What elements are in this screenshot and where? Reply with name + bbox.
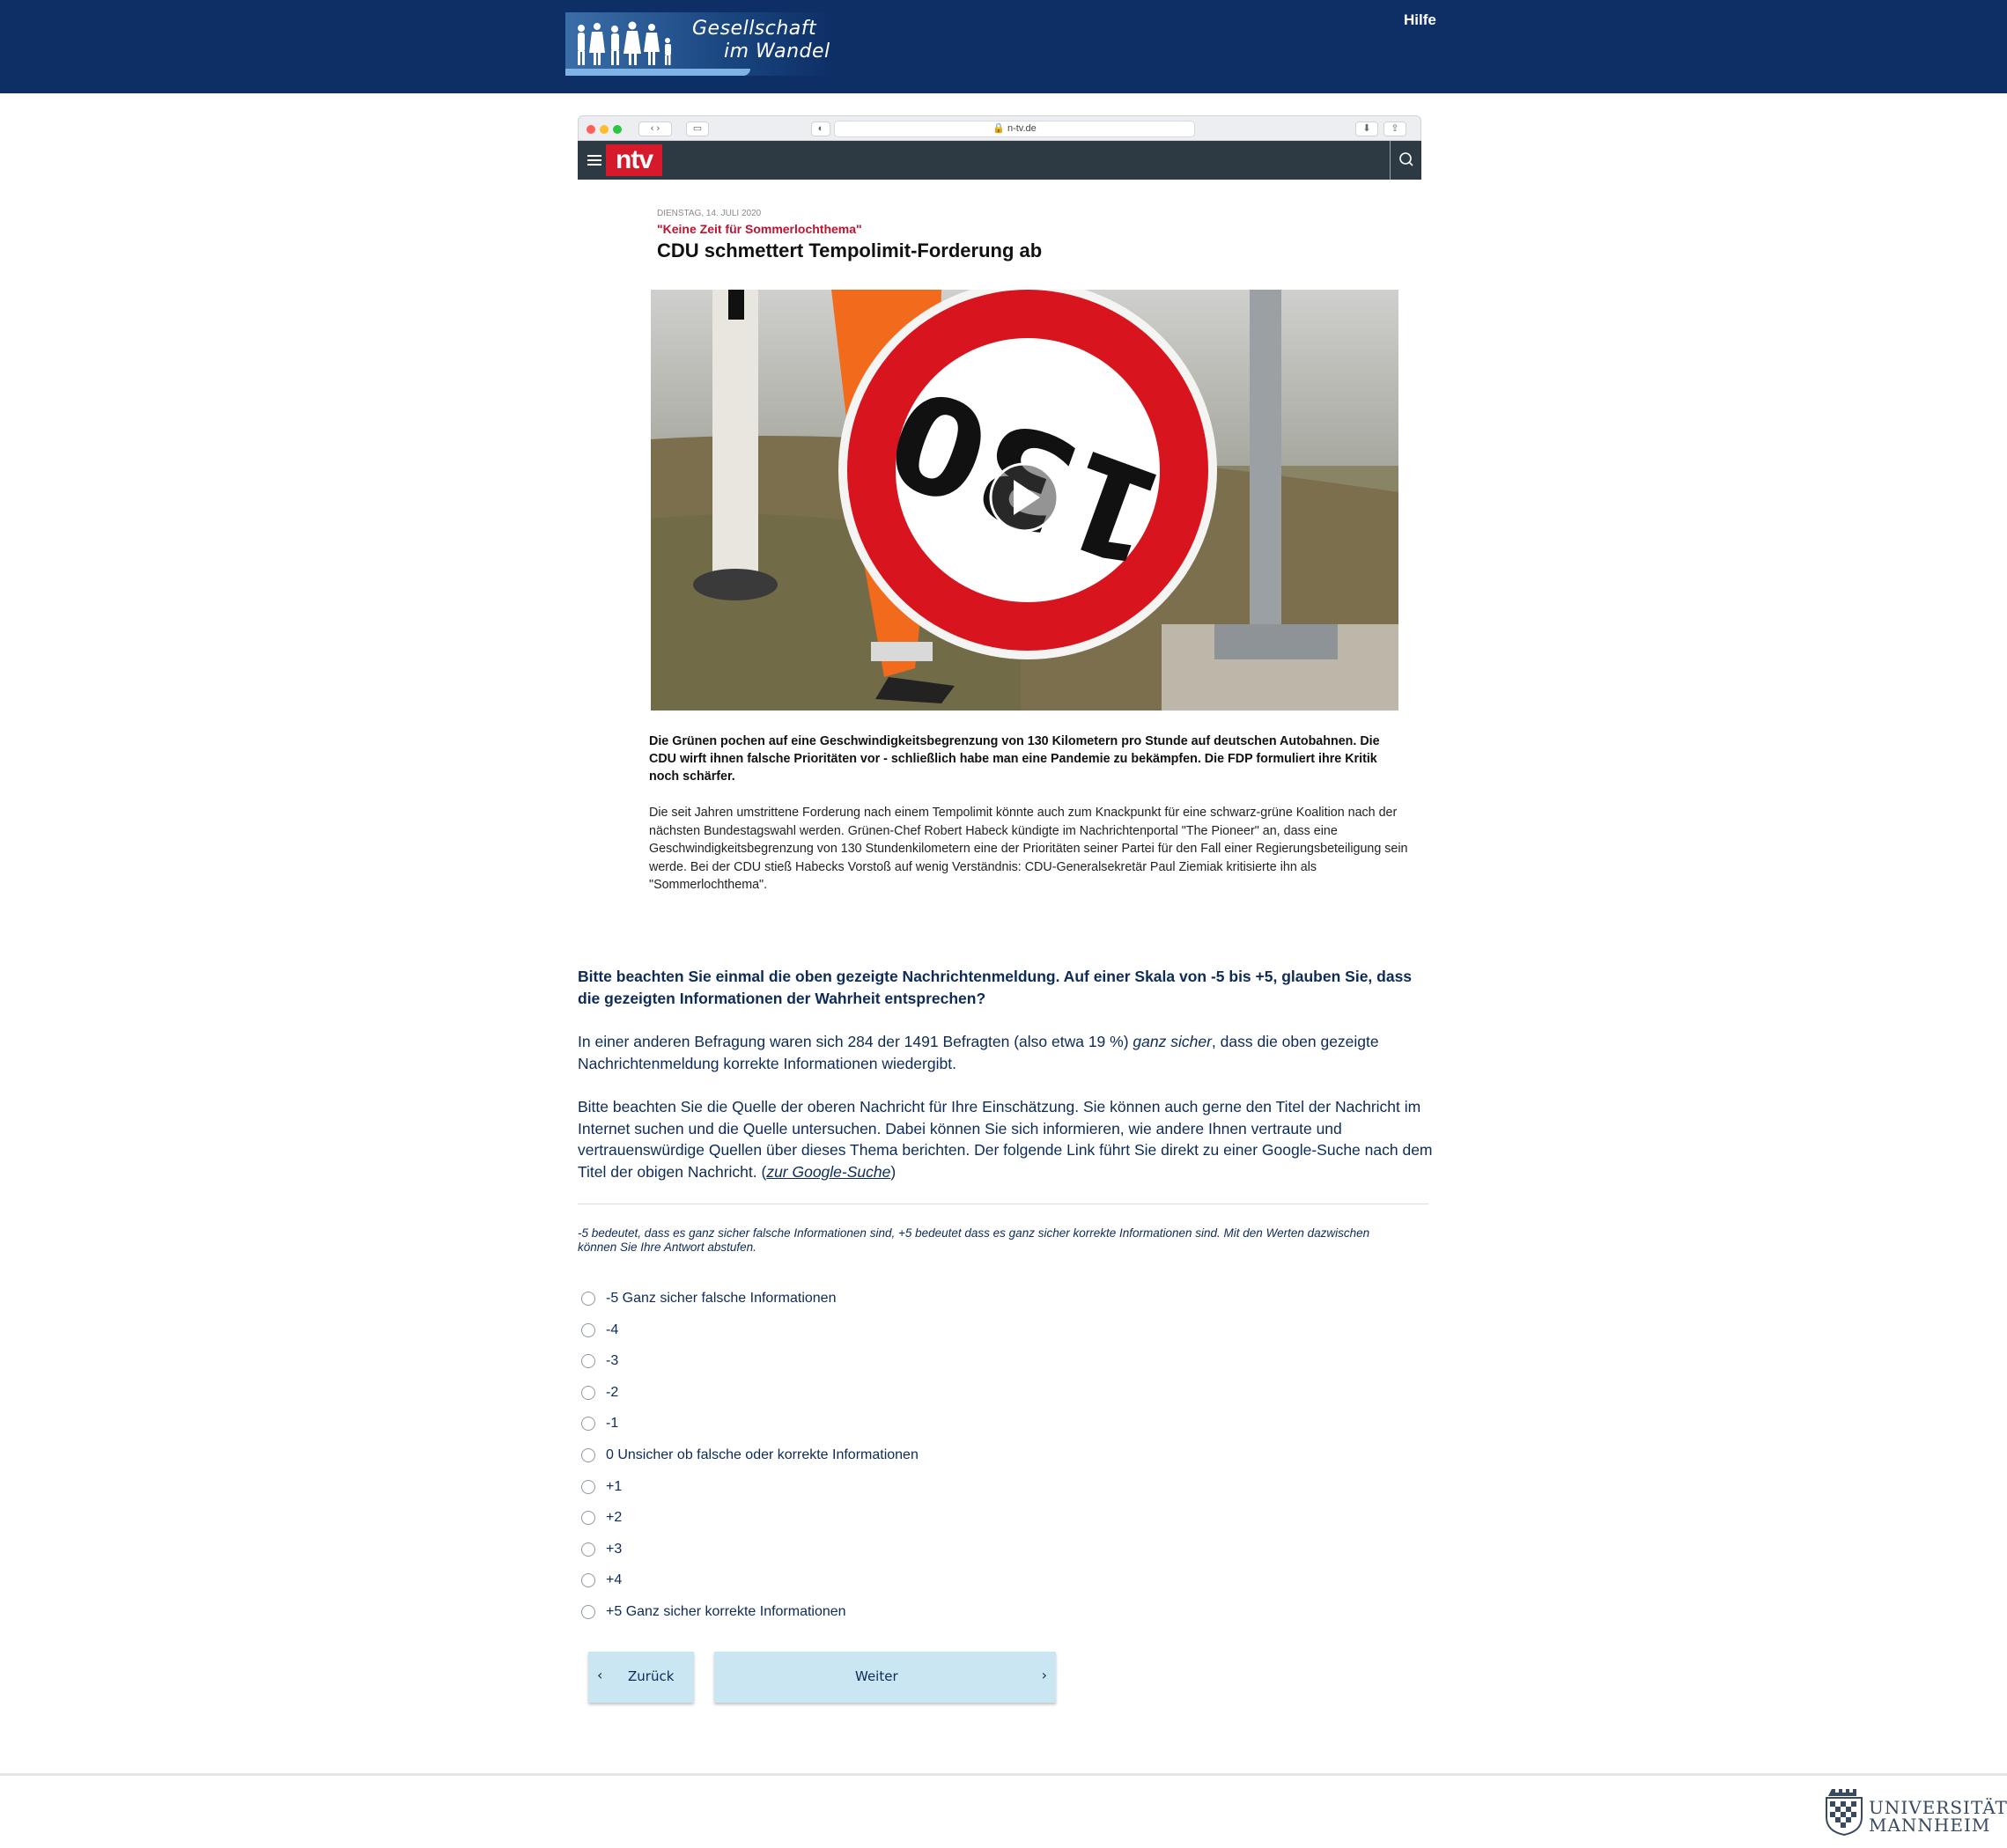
survey-info-text: In einer anderen Befragung waren sich 28… (578, 1031, 1432, 1075)
video-play-icon[interactable] (991, 464, 1058, 531)
radio-button[interactable] (581, 1386, 595, 1400)
sidebar-icon: ▭ (686, 121, 709, 136)
chevron-right-icon: › (1041, 1667, 1047, 1683)
radio-button[interactable] (581, 1323, 595, 1337)
article-body: Die seit Jahren umstrittene Forderung na… (649, 806, 1408, 892)
article-title: CDU schmettert Tempolimit-Forderung ab (657, 239, 1043, 261)
instruction-text: Bitte beachten Sie die Quelle der oberen… (578, 1098, 1433, 1181)
option-label: +1 (606, 1479, 623, 1494)
back-button[interactable]: ‹ Zurück (588, 1652, 694, 1703)
castle-emblem-icon (1826, 1789, 1863, 1837)
share-icon: ⇪ (1384, 121, 1406, 136)
radio-button[interactable] (581, 1448, 595, 1462)
help-link[interactable]: Hilfe (1404, 11, 1436, 29)
article-date: DIENSTAG, 14. JULI 2020 (657, 209, 762, 218)
universitaet-mannheim-logo: UNIVERSITÄT MANNHEIM (1821, 1785, 2007, 1838)
google-search-link[interactable]: zur Google-Suche (766, 1163, 890, 1181)
radio-button[interactable] (581, 1573, 595, 1587)
info-text-emphasis: ganz sicher (1133, 1033, 1212, 1050)
close-dot-icon (587, 125, 595, 134)
minimize-dot-icon (600, 125, 609, 134)
radio-button[interactable] (581, 1292, 595, 1306)
next-button[interactable]: Weiter › (714, 1652, 1056, 1703)
option-label: -4 (606, 1322, 619, 1337)
radio-button[interactable] (581, 1354, 595, 1368)
ntv-navbar: ntv (578, 141, 1421, 180)
option-label: +2 (606, 1510, 623, 1525)
radio-button[interactable] (581, 1511, 595, 1525)
browser-screenshot: ‹ › ▭ ◐ 🔒 n-tv.de ⬇ ⇪ ntv (578, 115, 1421, 180)
option-label: -1 (606, 1416, 619, 1431)
gesellschaft-im-wandel-logo: Gesellschaft im Wandel (565, 12, 833, 76)
url-bar: 🔒 n-tv.de (834, 121, 1195, 137)
top-header: Gesellschaft im Wandel Hilfe (0, 0, 2007, 93)
search-icon (1390, 141, 1421, 180)
survey-question: Bitte beachten Sie einmal die oben gezei… (578, 968, 1413, 1007)
footer-divider (0, 1773, 2007, 1776)
survey-instruction: Bitte beachten Sie die Quelle der oberen… (578, 1096, 1441, 1182)
back-forward-icon: ‹ › (638, 121, 672, 136)
option-label: -3 (606, 1353, 619, 1368)
radio-button[interactable] (581, 1542, 595, 1557)
url-text: n-tv.de (1007, 123, 1037, 134)
people-silhouette-icon (578, 21, 671, 65)
logo-text-line2: im Wandel (724, 40, 830, 63)
browser-chrome: ‹ › ▭ ◐ 🔒 n-tv.de ⬇ ⇪ (578, 115, 1421, 141)
next-button-label: Weiter (855, 1668, 898, 1684)
instruction-text-end: ) (890, 1162, 897, 1181)
uni-name-line2: MANNHEIM (1869, 1815, 1991, 1836)
chevron-left-icon: ‹ (597, 1667, 603, 1683)
back-button-label: Zurück (628, 1668, 675, 1684)
option-label: +4 (606, 1572, 623, 1587)
option-label: +3 (606, 1542, 623, 1557)
radio-button[interactable] (581, 1417, 595, 1431)
option-label: 0 Unsicher ob falsche oder korrekte Info… (606, 1447, 919, 1462)
option-label: -5 Ganz sicher falsche Informationen (606, 1291, 837, 1306)
article-photo: 130 (651, 290, 1398, 710)
logo-text-line1: Gesellschaft (692, 18, 817, 40)
shield-icon: ◐ (811, 121, 830, 136)
option-label: -2 (606, 1385, 619, 1400)
maximize-dot-icon (613, 125, 622, 134)
logo-swoosh (565, 69, 750, 76)
article-lead: Die Grünen pochen auf eine Geschwindigke… (649, 734, 1380, 784)
radio-button[interactable] (581, 1605, 595, 1619)
download-icon: ⬇ (1355, 121, 1378, 136)
ntv-logo: ntv (606, 144, 662, 176)
radio-button[interactable] (581, 1480, 595, 1494)
article-kicker: "Keine Zeit für Sommerlochthema" (657, 222, 862, 236)
option-label: +5 Ganz sicher korrekte Informationen (606, 1604, 846, 1619)
hamburger-menu-icon (582, 147, 605, 173)
info-text-start: In einer anderen Befragung waren sich 28… (578, 1033, 1133, 1050)
scale-hint: -5 bedeutet, dass es ganz sicher falsche… (578, 1226, 1370, 1254)
